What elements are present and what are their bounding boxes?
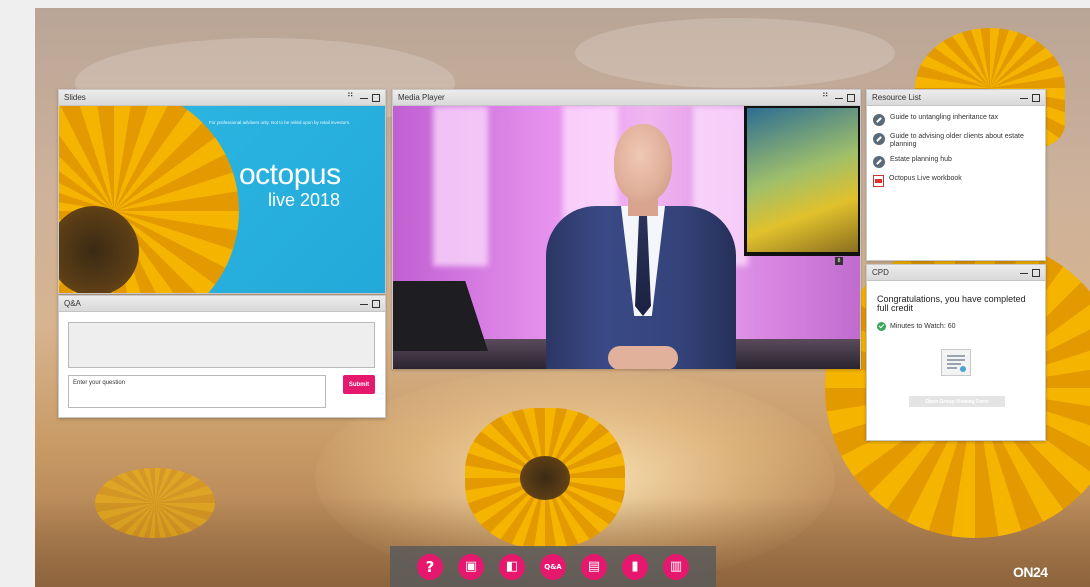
resource-list-panel: Resource List Guide to untangling inheri… [866,89,1046,261]
survey-icon[interactable]: ▥ [663,553,689,580]
minimize-icon[interactable] [1020,94,1028,102]
expand-icon[interactable] [822,90,831,102]
certificate-glyph: ▤ [587,559,601,574]
resource-label: Guide to untangling inheritance tax [890,114,999,121]
slides-panel-title: Slides [64,93,86,102]
resource-label: Octopus Live workbook [889,175,962,182]
link-icon [873,114,885,126]
slide-view: For professional advisers only. Not to b… [59,106,385,293]
submit-button[interactable]: Submit [343,375,375,394]
resource-panel-title: Resource List [872,93,921,102]
presenter [538,124,738,369]
qa-icon[interactable]: Q&A [540,553,566,580]
qa-panel: Q&A Enter your question Submit [58,295,386,418]
slides-icon[interactable]: ▣ [458,553,484,580]
slide-brand-name: octopus [239,158,341,191]
minimize-icon[interactable] [835,94,843,102]
resource-item[interactable]: Estate planning hub [873,156,1039,168]
question-input[interactable]: Enter your question [68,375,326,408]
minutes-to-watch: Minutes to Watch: 60 [890,323,956,330]
minimize-icon[interactable] [1020,269,1028,277]
resource-panel-header[interactable]: Resource List [867,90,1045,106]
on24-logo: ON24 [1013,564,1048,580]
slides-glyph: ▣ [464,559,478,574]
resource-item[interactable]: Octopus Live workbook [873,175,1039,187]
slide-brand-event: live 2018 [268,190,341,210]
video-badge: 8 [835,257,843,265]
media-player-panel: Media Player 8 [392,89,861,369]
video-frame[interactable]: 8 [393,106,860,369]
slides-panel: Slides For professional advisers only. N… [58,89,386,294]
cpd-panel: CPD Congratulations, you have completed … [866,264,1046,441]
maximize-icon[interactable] [1032,93,1040,102]
maximize-icon[interactable] [1032,268,1040,277]
media-icon[interactable]: ◧ [499,553,525,580]
studio-monitor [744,106,860,256]
slide-disclaimer: For professional advisers only. Not to b… [209,120,351,125]
minimize-icon[interactable] [360,94,368,102]
maximize-icon[interactable] [372,93,380,102]
qa-panel-title: Q&A [64,299,81,308]
cpd-heading: Congratulations, you have completed full… [877,294,1026,313]
pdf-icon [873,175,884,187]
bottom-dock: ? ▣ ◧ Q&A ▤ ▮ ▥ [390,546,716,587]
certificate-icon[interactable] [941,349,971,376]
laptop [393,281,488,351]
media-panel-header[interactable]: Media Player [393,90,860,106]
certificate-dock-icon[interactable]: ▤ [581,553,607,580]
cpd-panel-header[interactable]: CPD [867,265,1045,281]
maximize-icon[interactable] [847,93,855,102]
qa-message-log [68,322,375,368]
media-glyph: ◧ [505,559,519,574]
media-panel-title: Media Player [398,93,445,102]
slide-sunflower-image [59,106,239,293]
open-group-viewing-form-button[interactable]: Open Group Viewing Form [909,396,1005,407]
resources-icon[interactable]: ▮ [622,553,648,580]
slides-panel-header[interactable]: Slides [59,90,385,106]
minimize-icon[interactable] [360,300,368,308]
qa-panel-header[interactable]: Q&A [59,296,385,312]
resource-item[interactable]: Guide to untangling inheritance tax [873,114,1039,126]
cpd-panel-title: CPD [872,268,889,277]
expand-icon[interactable] [347,90,356,102]
resource-item[interactable]: Guide to advising older clients about es… [873,133,1039,149]
link-icon [873,156,885,168]
webcast-console: Slides For professional advisers only. N… [0,0,1090,587]
qa-glyph: Q&A [544,562,562,571]
help-glyph: ? [425,557,435,576]
maximize-icon[interactable] [372,299,380,308]
resource-label: Guide to advising older clients about es… [890,133,1024,148]
help-icon[interactable]: ? [417,553,443,580]
resource-label: Estate planning hub [890,156,952,163]
survey-glyph: ▥ [669,559,683,574]
resources-glyph: ▮ [631,559,639,574]
link-icon [873,133,885,145]
check-icon [877,322,886,331]
